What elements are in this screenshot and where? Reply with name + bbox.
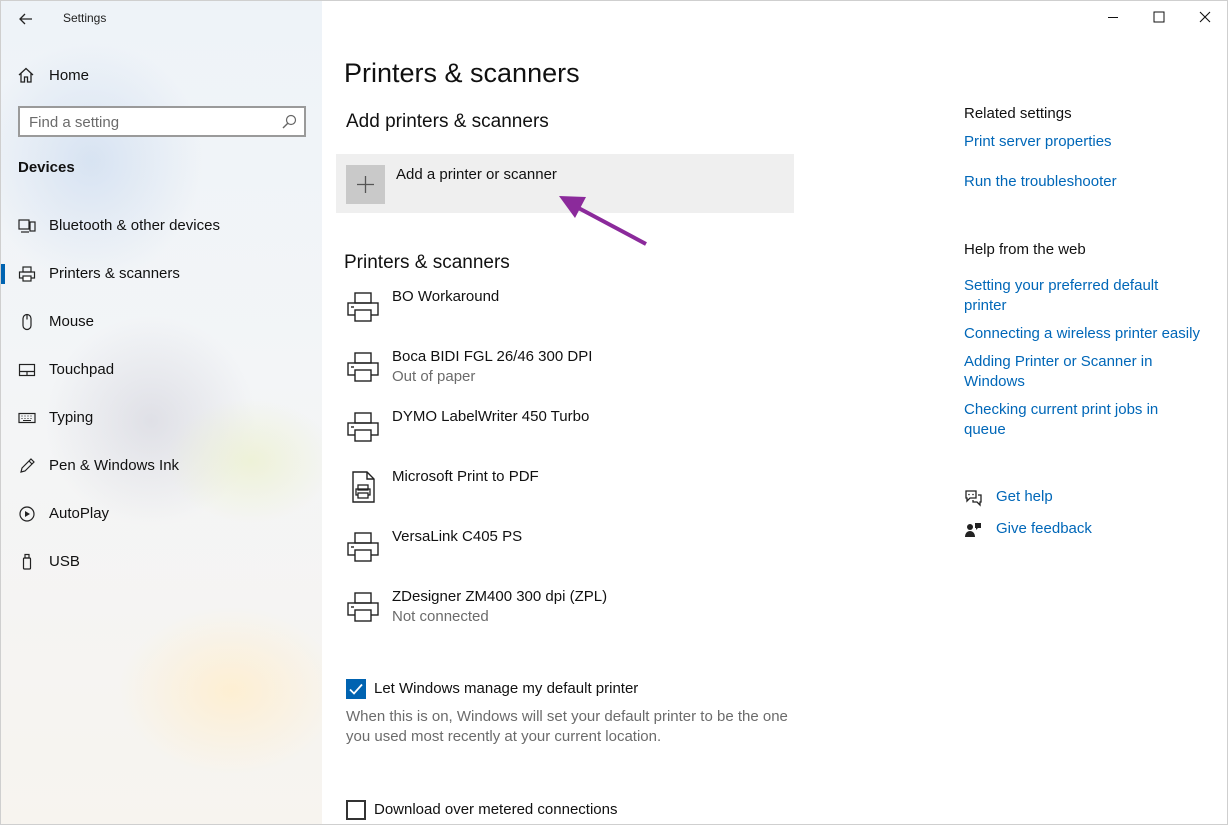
search-input[interactable] — [29, 112, 269, 132]
home-nav-item[interactable]: Home — [17, 63, 89, 87]
sidebar-item-label: Bluetooth & other devices — [49, 217, 220, 234]
sidebar-item-mouse[interactable]: Mouse — [1, 304, 322, 340]
pdf-printer-icon — [352, 471, 375, 503]
printer-icon — [347, 412, 379, 442]
give-feedback-label: Give feedback — [996, 520, 1092, 537]
sidebar-item-label: Printers & scanners — [49, 265, 180, 282]
printer-status: Not connected — [392, 608, 489, 625]
printer-item[interactable]: Boca BIDI FGL 26/46 300 DPI Out of paper — [344, 346, 804, 402]
printer-item[interactable]: VersaLink C405 PS — [344, 526, 804, 582]
maximize-button[interactable] — [1136, 1, 1182, 33]
home-icon — [18, 67, 34, 83]
sidebar-item-typing[interactable]: Typing — [1, 400, 322, 436]
manage-default-checkbox[interactable] — [346, 679, 366, 699]
printer-icon — [347, 532, 379, 562]
keyboard-icon — [18, 412, 36, 424]
minimize-icon — [1108, 17, 1118, 18]
sidebar-item-label: Typing — [49, 409, 94, 426]
settings-window: Settings Home Devices Bluetooth & other … — [0, 0, 1228, 825]
printer-status: Out of paper — [392, 368, 476, 385]
usb-icon — [22, 553, 32, 570]
printer-name: Boca BIDI FGL 26/46 300 DPI — [392, 348, 593, 365]
sidebar-item-printers[interactable]: Printers & scanners — [1, 256, 322, 292]
mouse-icon — [22, 313, 32, 331]
related-settings-heading: Related settings — [964, 105, 1072, 122]
sidebar-item-label: Touchpad — [49, 361, 115, 378]
sidebar-item-label: AutoPlay — [49, 505, 110, 522]
printer-item[interactable]: ZDesigner ZM400 300 dpi (ZPL) Not connec… — [344, 586, 804, 642]
help-link-wireless-printer[interactable]: Connecting a wireless printer easily — [964, 324, 1224, 344]
printer-icon — [347, 292, 379, 322]
sidebar-item-bluetooth[interactable]: Bluetooth & other devices — [1, 208, 322, 244]
back-arrow-icon — [19, 13, 32, 25]
manage-default-description: When this is on, Windows will set your d… — [346, 708, 788, 745]
printer-icon — [347, 592, 379, 622]
printer-name: Microsoft Print to PDF — [392, 468, 539, 485]
home-label: Home — [49, 66, 90, 84]
bluetooth-devices-icon — [18, 219, 36, 233]
add-printers-heading: Add printers & scanners — [346, 111, 549, 132]
add-box — [346, 165, 385, 204]
page-title: Printers & scanners — [344, 58, 580, 88]
printer-icon — [18, 266, 36, 282]
printer-item[interactable]: Microsoft Print to PDF — [344, 466, 804, 522]
help-link-print-jobs[interactable]: Checking current print jobs in queue — [964, 400, 1184, 440]
sidebar-section-heading: Devices — [18, 159, 75, 176]
metered-connections-checkbox[interactable] — [346, 800, 366, 820]
metered-connections-label: Download over metered connections — [374, 801, 618, 818]
manage-default-label: Let Windows manage my default printer — [374, 680, 639, 697]
sidebar-item-label: Pen & Windows Ink — [49, 457, 180, 474]
printer-name: VersaLink C405 PS — [392, 528, 523, 545]
help-from-web-heading: Help from the web — [964, 241, 1086, 258]
search-icon — [282, 114, 297, 129]
app-title: Settings — [63, 11, 107, 25]
get-help-label: Get help — [996, 488, 1053, 505]
plus-icon — [357, 176, 374, 193]
sidebar-item-label: Mouse — [49, 313, 95, 330]
checkmark-icon — [349, 683, 363, 695]
printers-list-heading: Printers & scanners — [344, 252, 510, 273]
printer-item[interactable]: BO Workaround — [344, 286, 804, 342]
sidebar-item-usb[interactable]: USB — [1, 544, 322, 580]
pen-icon — [20, 458, 35, 473]
printer-item[interactable]: DYMO LabelWriter 450 Turbo — [344, 406, 804, 462]
print-server-properties-link[interactable]: Print server properties — [964, 132, 1214, 152]
minimize-button[interactable] — [1090, 1, 1136, 33]
touchpad-icon — [18, 363, 36, 377]
sidebar-item-autoplay[interactable]: AutoPlay — [1, 496, 322, 532]
sidebar-item-touchpad[interactable]: Touchpad — [1, 352, 322, 388]
printer-name: ZDesigner ZM400 300 dpi (ZPL) — [392, 588, 608, 605]
close-icon — [1199, 11, 1211, 23]
printer-icon — [347, 352, 379, 382]
printer-name: BO Workaround — [392, 288, 500, 305]
search-box[interactable] — [18, 106, 306, 137]
back-button[interactable] — [11, 7, 41, 31]
run-troubleshooter-link[interactable]: Run the troubleshooter — [964, 172, 1214, 192]
feedback-icon — [965, 523, 981, 537]
annotation-arrow — [559, 196, 647, 246]
autoplay-icon — [19, 506, 35, 522]
help-link-default-printer[interactable]: Setting your preferred default printer — [964, 276, 1184, 316]
sidebar-item-pen[interactable]: Pen & Windows Ink — [1, 448, 322, 484]
maximize-icon — [1153, 11, 1165, 23]
printer-name: DYMO LabelWriter 450 Turbo — [392, 408, 590, 425]
add-printer-label: Add a printer or scanner — [396, 166, 557, 183]
sidebar-item-label: USB — [49, 553, 80, 570]
chat-help-icon — [965, 490, 982, 507]
sidebar: Settings Home Devices Bluetooth & other … — [1, 1, 322, 824]
help-link-adding-printer[interactable]: Adding Printer or Scanner in Windows — [964, 352, 1184, 392]
close-button[interactable] — [1182, 1, 1227, 33]
